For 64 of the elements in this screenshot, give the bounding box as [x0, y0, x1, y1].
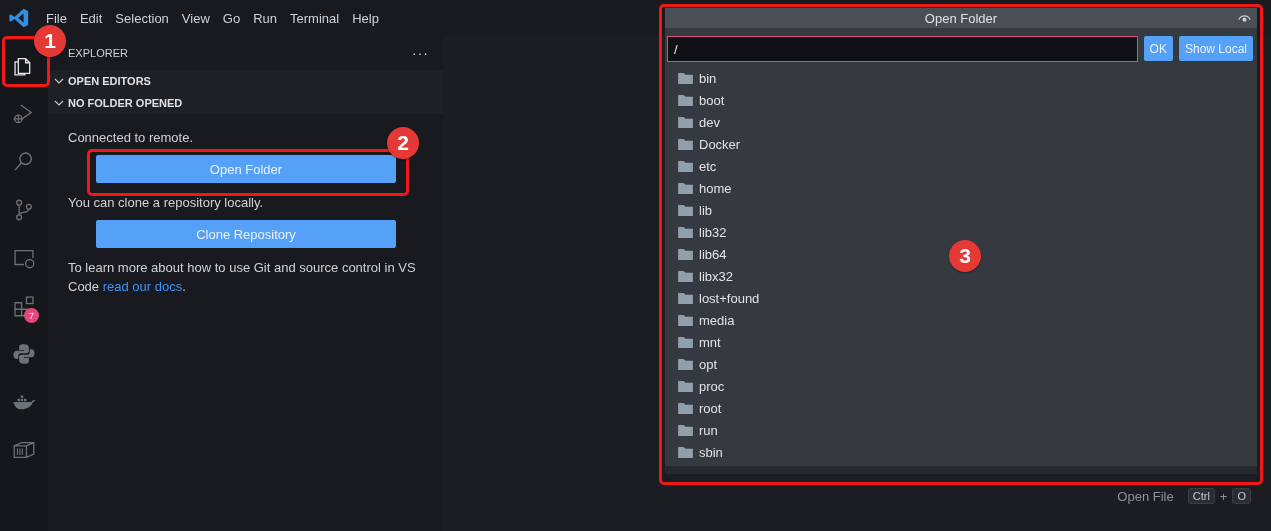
menu-item[interactable]: View	[175, 10, 216, 26]
folder-item[interactable]: boot	[699, 92, 725, 108]
folder-icon	[678, 226, 693, 238]
dialog-title: Open Folder	[924, 10, 998, 26]
menu-item[interactable]: Run	[247, 10, 283, 26]
folder-item[interactable]: proc	[699, 378, 725, 394]
folder-icon	[678, 182, 693, 194]
chevron-icon[interactable]	[54, 98, 64, 108]
extensions-icon[interactable]	[11, 293, 37, 319]
folder-icon	[678, 138, 693, 150]
folder-item[interactable]: root	[699, 400, 722, 416]
folder-item[interactable]: sbin	[699, 444, 723, 460]
eye-icon[interactable]	[1238, 13, 1251, 23]
folder-icon	[678, 292, 693, 304]
menu-item[interactable]: Edit	[73, 10, 109, 26]
folder-item[interactable]: libx32	[699, 268, 733, 284]
folder-icon	[678, 160, 693, 172]
keyboard-key: Ctrl	[1187, 488, 1215, 504]
folder-icon	[678, 94, 693, 106]
folder-item[interactable]: mnt	[699, 334, 721, 350]
section-header[interactable]: NO FOLDER OPENED	[48, 92, 443, 114]
menu-item[interactable]: Terminal	[284, 10, 346, 26]
folder-icon	[678, 314, 693, 326]
keyboard-key: O	[1232, 488, 1251, 504]
folder-item[interactable]: opt	[699, 356, 718, 372]
folder-icon	[678, 72, 693, 84]
folder-icon	[678, 248, 693, 260]
folder-icon	[678, 402, 693, 414]
folder-icon	[678, 424, 693, 436]
folder-item[interactable]: lib64	[699, 246, 727, 262]
message-text: Connected to remote.	[68, 129, 194, 147]
menu-item[interactable]: Selection	[109, 10, 175, 26]
shortcut-label: Open File	[1117, 488, 1174, 504]
folder-item[interactable]: home	[699, 180, 732, 196]
plus-sign: +	[1219, 488, 1228, 504]
folder-item[interactable]: dev	[699, 114, 720, 130]
folder-item[interactable]: bin	[699, 70, 717, 86]
menu-item[interactable]: File	[40, 10, 73, 26]
folder-icon	[678, 446, 693, 458]
app-logo-icon	[8, 7, 30, 29]
folder-item[interactable]: media	[699, 312, 735, 328]
folder-icon	[678, 270, 693, 282]
path-input-field[interactable]: /	[667, 36, 1138, 62]
message-text: To learn more about how to use Git and source control in VS Code read our docs.	[68, 259, 417, 296]
count-badge: 7	[24, 308, 39, 323]
menu-item[interactable]: Help	[346, 10, 385, 26]
folder-icon	[678, 116, 693, 128]
folder-icon	[678, 380, 693, 392]
sidebar-title: EXPLORER	[68, 47, 128, 59]
folder-icon	[678, 358, 693, 370]
folder-item[interactable]: lib	[699, 202, 712, 218]
section-header[interactable]: OPEN EDITORS	[48, 70, 443, 92]
chevron-icon[interactable]	[54, 76, 64, 86]
folder-item[interactable]: lib32	[699, 224, 727, 240]
folder-item[interactable]: Docker	[699, 136, 741, 152]
folder-icon	[678, 204, 693, 216]
menu-item[interactable]: Go	[216, 10, 247, 26]
folder-icon	[678, 336, 693, 348]
folder-item[interactable]: run	[699, 422, 718, 438]
more-actions-button[interactable]: ···	[412, 45, 429, 61]
folder-item[interactable]: etc	[699, 158, 717, 174]
message-text: You can clone a repository locally.	[68, 194, 264, 212]
folder-item[interactable]: lost+found	[699, 290, 760, 306]
python-icon[interactable]	[11, 341, 37, 367]
